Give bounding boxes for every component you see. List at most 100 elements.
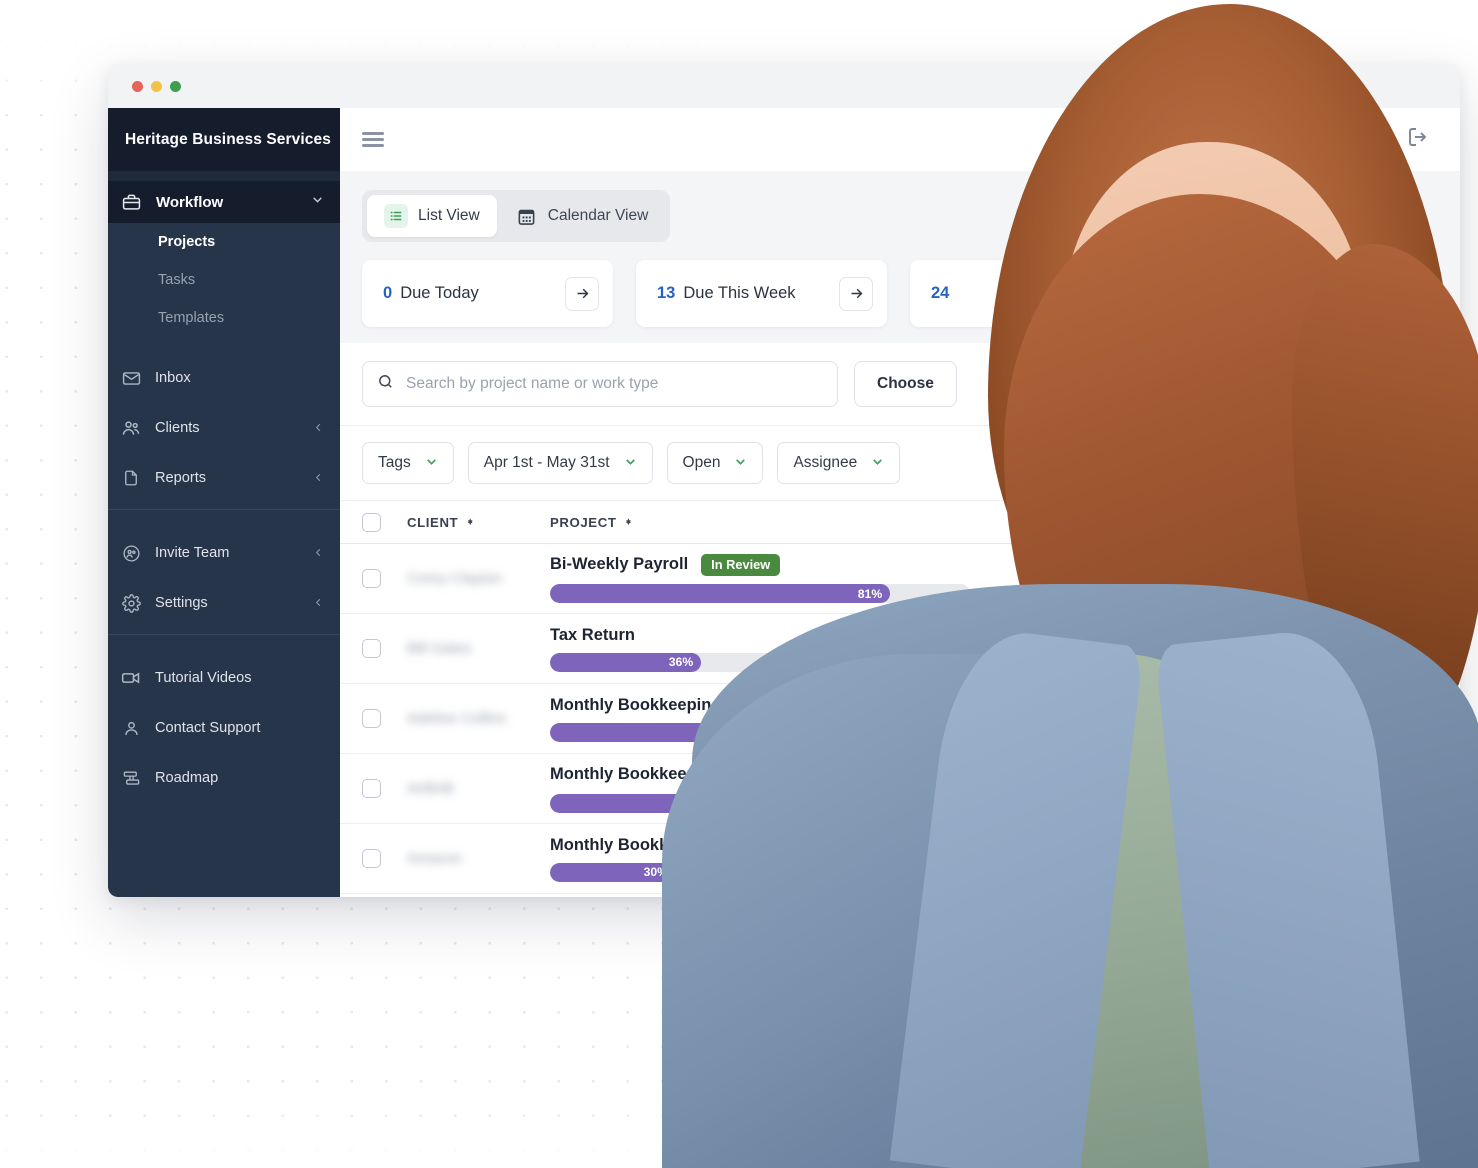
arrow-right-icon[interactable] xyxy=(839,276,873,311)
tab-list-view-label: List View xyxy=(418,207,480,224)
progress-bar-fill: 30% xyxy=(550,862,676,882)
filter-date-range[interactable]: Apr 1st - May 31st xyxy=(467,442,653,484)
cell-client: Amazon xyxy=(407,850,550,868)
search-field-wrapper[interactable] xyxy=(362,361,838,407)
sidebar-brand-gap xyxy=(108,171,340,181)
arrow-right-icon[interactable] xyxy=(1113,276,1147,311)
sidebar-item-projects[interactable]: Projects xyxy=(108,223,340,261)
sidebar-item-contact-support[interactable]: Contact Support xyxy=(108,703,340,753)
sidebar-item-workflow[interactable]: Workflow xyxy=(108,181,340,223)
project-title-line: Bi-Weekly Payroll In Review xyxy=(550,553,1430,577)
client-name: AirBnB xyxy=(407,779,454,797)
table-row[interactable]: Corey Clayton Bi-Weekly Payroll In Review 8… xyxy=(340,544,1460,614)
table-row[interactable]: Bill Gates Tax Return 36% xyxy=(340,614,1460,684)
close-window-button[interactable] xyxy=(132,81,143,92)
progress-bar: 36% xyxy=(550,652,970,672)
project-name: Tax Return xyxy=(550,625,635,644)
row-checkbox[interactable] xyxy=(362,639,381,658)
table-header: CLIENT ▲ ▼ PROJECT ▲ ▼ xyxy=(340,500,1460,544)
notification-badge: 11 xyxy=(1354,118,1376,141)
stat-card-due-today[interactable]: 0 Due Today xyxy=(362,260,613,327)
topbar: 11 xyxy=(340,108,1460,171)
tab-calendar-view[interactable]: Calendar View xyxy=(499,195,666,237)
stat-card-third[interactable]: 24 xyxy=(910,260,1161,327)
column-header-client[interactable]: CLIENT ▲ ▼ xyxy=(407,515,550,530)
row-checkbox[interactable] xyxy=(362,569,381,588)
project-title-line: Monthly Bookkeeping xyxy=(550,696,1430,715)
topbar-right-group: 11 xyxy=(1344,118,1430,154)
filter-row: Tags Apr 1st - May 31st Open Assignee xyxy=(340,426,1460,500)
filter-tags-label: Tags xyxy=(378,454,411,471)
tab-calendar-view-label: Calendar View xyxy=(547,207,649,224)
users-icon xyxy=(120,418,142,438)
progress-bar xyxy=(550,794,970,814)
row-checkbox[interactable] xyxy=(362,849,381,868)
project-title-line: Tax Return xyxy=(550,626,1430,645)
progress-bar: 30% xyxy=(550,862,970,882)
table-row[interactable]: AirBnB Monthly Bookkeeping Waiting on xyxy=(340,754,1460,824)
sidebar-item-invite-team[interactable]: Invite Team xyxy=(108,528,340,578)
filter-tags[interactable]: Tags xyxy=(362,442,454,484)
sidebar-item-reports[interactable]: Reports xyxy=(108,453,340,503)
sidebar-spacer-c xyxy=(108,641,340,653)
screenshot-root: Heritage Business Services Workflow Proj… xyxy=(0,0,1478,1168)
sidebar-item-settings-label: Settings xyxy=(155,595,208,611)
chevron-left-icon xyxy=(313,471,324,486)
cell-client: Bill Gates xyxy=(407,640,550,658)
stat-card-due-this-week[interactable]: 13 Due This Week xyxy=(636,260,887,327)
person-icon xyxy=(120,719,142,738)
sidebar-item-tutorial-videos[interactable]: Tutorial Videos xyxy=(108,653,340,703)
sidebar-item-settings[interactable]: Settings xyxy=(108,578,340,628)
cell-project: Monthly Bookkeeping Waiting on xyxy=(550,763,1460,814)
search-input[interactable] xyxy=(406,375,823,393)
filter-assignee[interactable]: Assignee xyxy=(777,442,901,484)
sidebar-divider-2 xyxy=(108,634,340,635)
envelope-icon xyxy=(120,369,142,388)
brand-title: Heritage Business Services xyxy=(108,108,340,171)
filter-status[interactable]: Open xyxy=(666,442,764,484)
sidebar-item-inbox[interactable]: Inbox xyxy=(108,353,340,403)
logout-icon[interactable] xyxy=(1406,125,1430,154)
maximize-window-button[interactable] xyxy=(170,81,181,92)
sort-icon[interactable]: ▲ ▼ xyxy=(466,517,475,527)
sidebar-item-contact-support-label: Contact Support xyxy=(155,720,261,736)
chevron-down-icon xyxy=(871,455,884,471)
progress-bar-fill: 36% xyxy=(550,652,702,672)
cell-client: Adeline Collins xyxy=(407,710,550,728)
window-titlebar xyxy=(108,64,1460,108)
row-checkbox[interactable] xyxy=(362,709,381,728)
table-row[interactable]: Amazon Monthly Bookkeeping 30% xyxy=(340,824,1460,894)
tab-list-view[interactable]: List View xyxy=(367,195,497,237)
column-header-project[interactable]: PROJECT ▲ ▼ xyxy=(550,515,1460,530)
arrow-right-icon[interactable] xyxy=(565,276,599,311)
table-row[interactable]: Adeline Collins Monthly Bookkeeping 50% xyxy=(340,684,1460,754)
progress-bar-fill: 81% xyxy=(550,584,891,604)
hamburger-icon[interactable] xyxy=(362,132,384,147)
choose-button[interactable]: Choose xyxy=(854,361,957,407)
stat-count: 24 xyxy=(931,284,950,302)
row-checkbox[interactable] xyxy=(362,779,381,798)
select-all-checkbox[interactable] xyxy=(362,512,381,532)
cell-client: Corey Clayton xyxy=(407,570,550,588)
sidebar-item-templates-label: Templates xyxy=(158,310,225,326)
sidebar-spacer-b xyxy=(108,516,340,528)
sidebar-item-invite-team-label: Invite Team xyxy=(155,545,230,561)
sidebar-item-clients[interactable]: Clients xyxy=(108,403,340,453)
sidebar-item-clients-label: Clients xyxy=(155,420,200,436)
table-row[interactable]: WalmartQuartly ReviewLow priority54% xyxy=(340,894,1460,897)
chevron-down-icon xyxy=(311,193,324,211)
sidebar-item-roadmap[interactable]: Roadmap xyxy=(108,753,340,803)
cell-project: Tax Return 36% xyxy=(550,626,1460,672)
sort-icon[interactable]: ▲ ▼ xyxy=(625,517,634,527)
sidebar-divider-1 xyxy=(108,509,340,510)
filter-assignee-label: Assignee xyxy=(793,454,858,471)
stat-label: Due This Week xyxy=(683,284,796,302)
notifications-button[interactable]: 11 xyxy=(1344,118,1376,153)
sidebar: Heritage Business Services Workflow Proj… xyxy=(108,108,340,897)
sidebar-item-projects-label: Projects xyxy=(158,234,216,250)
sidebar-item-templates[interactable]: Templates xyxy=(108,299,340,337)
client-name: Adeline Collins xyxy=(407,709,507,727)
minimize-window-button[interactable] xyxy=(151,81,162,92)
sidebar-item-tutorial-videos-label: Tutorial Videos xyxy=(155,670,252,686)
sidebar-item-tasks[interactable]: Tasks xyxy=(108,261,340,299)
